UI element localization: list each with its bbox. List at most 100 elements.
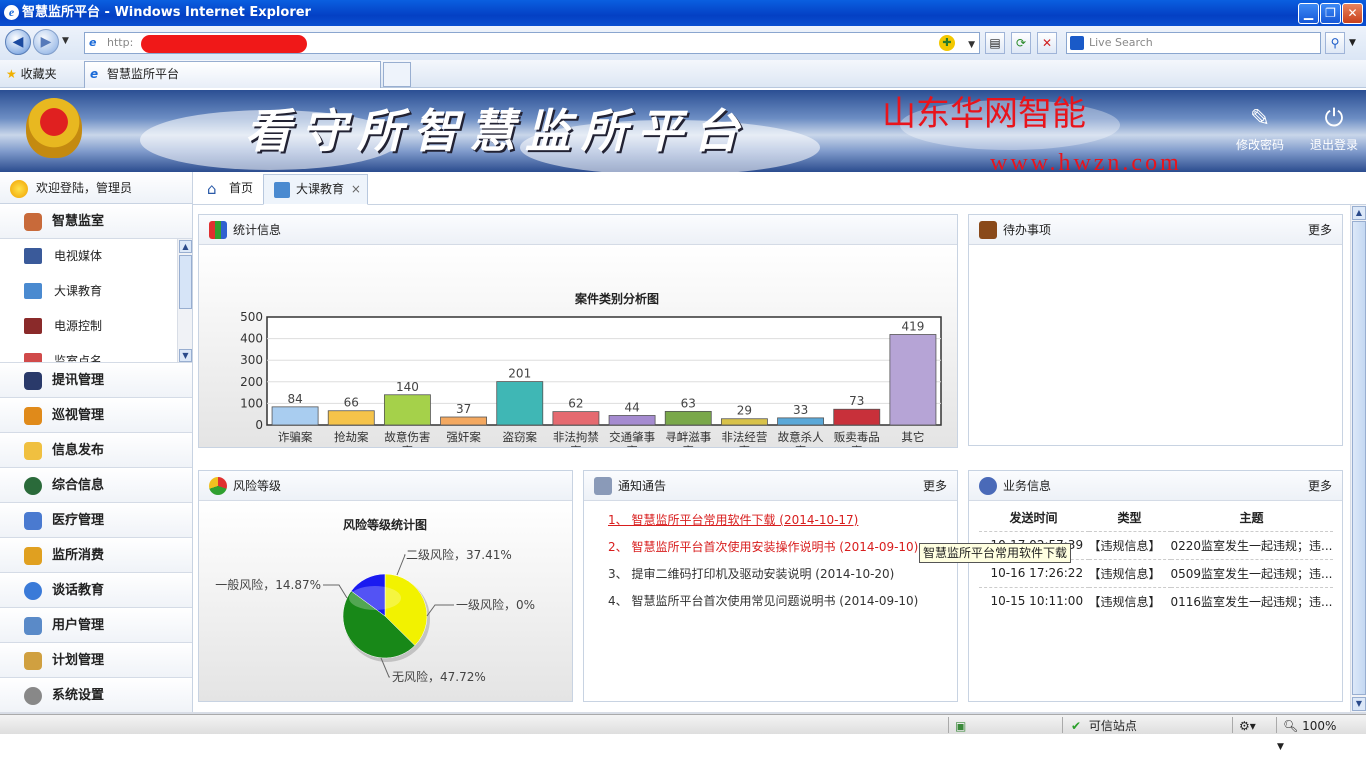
table-row[interactable]: 10-16 17:26:22 【违规信息】 0509监室发生一起违规；违... [978,558,1333,587]
history-dropdown-icon[interactable]: ▼ [62,36,69,46]
cell-subject[interactable]: 0220监室发生一起违规；违... [1170,530,1333,559]
table-row[interactable]: 10-15 10:11:00 【违规信息】 0116监室发生一起违规；违... [978,586,1333,615]
notice-item[interactable]: 2、 智慧监所平台首次使用安装操作说明书 (2014-09-10) [608,534,957,561]
status-bar: ▣ ✔ 可信站点 ⚙▾ 🔍︎ 100% ▼ [0,714,1366,752]
menu-group-publish[interactable]: 信息发布 [0,433,192,468]
favorites-bar: ★ 收藏夹 e 智慧监所平台 [0,60,1366,88]
notice-more-link[interactable]: 更多 [923,471,947,501]
panel-title: 待办事项 [1003,223,1052,237]
stats-chart-area: 案件类别分析图 0 100 200 300 400 500 84 诈骗案 66 抢劫案 140 故意伤害… [199,245,957,458]
new-tab-button[interactable] [383,62,411,87]
todo-more-link[interactable]: 更多 [1308,215,1332,245]
browser-tab[interactable]: e 智慧监所平台 [84,61,381,88]
zoom-control[interactable]: 🔍︎ 100% ▼ [1276,717,1346,752]
forward-button[interactable]: ▶ [33,29,59,55]
menu-group-general-info[interactable]: 综合信息 [0,468,192,503]
scroll-down-icon[interactable]: ▼ [1352,697,1366,711]
favorites-button[interactable]: ★ 收藏夹 [6,65,57,82]
data-label: 29 [737,404,752,418]
x-tick-label: 抢劫案 [334,430,369,444]
notice-item[interactable]: 1、 智慧监所平台常用软件下载 (2014-10-17) [608,507,957,534]
submenu-item-class-education[interactable]: 大课教育 [0,274,192,309]
menu-group-patrol[interactable]: 巡视管理 [0,398,192,433]
scroll-thumb[interactable] [179,255,192,309]
menu-group-plans[interactable]: 计划管理 [0,643,192,678]
search-button[interactable]: ⚲ [1325,32,1345,54]
main-scrollbar[interactable]: ▲ ▼ [1350,205,1366,712]
brand-url: www.hwzn.com [990,150,1182,172]
site-banner: 看守所智慧监所平台 山东华网智能 www.hwzn.com ✎ 修改密码 ⏻ 退… [0,90,1366,172]
menu-group-smart-cell[interactable]: 智慧监室 [0,204,192,239]
welcome-text: 欢迎登陆，管理员 [36,181,133,195]
menu-group-medical[interactable]: 医疗管理 [0,503,192,538]
submenu-scrollbar[interactable]: ▲ ▼ [177,239,192,362]
check-icon: ✔ [1071,719,1082,733]
power-icon: ⏻ [1324,104,1344,132]
search-input[interactable]: Live Search [1066,32,1321,54]
window-title: 智慧监所平台 - Windows Internet Explorer [22,5,311,20]
slice-label: 二级风险，37.41% [406,547,512,562]
welcome-bar: 欢迎登陆，管理员 [0,172,192,204]
menu-group-users[interactable]: 用户管理 [0,608,192,643]
bar [777,417,825,426]
status-segment[interactable]: ⚙▾ [1232,717,1274,733]
close-tab-icon[interactable]: × [351,182,361,196]
close-window-button[interactable]: ✕ [1342,3,1363,24]
menu-group-interrogation[interactable]: 提讯管理 [0,363,192,398]
page-icon: e [89,36,97,49]
submenu-item-tv-media[interactable]: 电视媒体 [0,239,192,274]
rss-icon[interactable]: ▤ [985,32,1005,54]
scroll-up-icon[interactable]: ▲ [1352,206,1366,220]
column-header: 主题 [1239,511,1264,526]
gear-icon [24,687,42,705]
scroll-up-icon[interactable]: ▲ [179,240,192,253]
stop-icon[interactable]: ✕ [1037,32,1057,54]
minimize-button[interactable]: ▁ [1298,3,1319,24]
panel-title: 统计信息 [233,223,282,237]
search-placeholder: Live Search [1089,36,1153,49]
live-search-icon [1070,36,1084,50]
monitor-icon [24,283,42,299]
data-label: 84 [287,392,302,406]
compat-view-icon[interactable]: ✚ [939,35,955,51]
brand-name: 山东华网智能 [882,94,1086,134]
submenu-item-power-control[interactable]: 电源控制 [0,309,192,344]
cell-subject[interactable]: 0116监室发生一起违规；违... [1170,586,1333,615]
refresh-icon[interactable]: ⟳ [1011,32,1031,54]
notice-item[interactable]: 4、 智慧监所平台首次使用常见问题说明书 (2014-09-10) [608,588,957,615]
logout-button[interactable]: ⏻ 退出登录 [1304,104,1364,153]
back-button[interactable]: ◀ [5,29,31,55]
business-panel-header: 业务信息 更多 [969,471,1342,501]
data-label: 73 [849,394,864,408]
url-dropdown-icon[interactable]: ▼ [968,35,975,55]
film-icon [24,248,42,264]
trusted-site-label: 可信站点 [1088,719,1137,733]
leader-line [426,604,454,617]
submenu-item-roll-call[interactable]: 监室点名 [0,344,192,362]
notice-item[interactable]: 3、 提审二维码打印机及驱动安装说明 (2014-10-20) [608,561,957,588]
page-status-icon: ▣ [955,719,967,733]
cell-subject[interactable]: 0509监室发生一起违规；违... [1170,558,1333,587]
menu-group-settings[interactable]: 系统设置 [0,678,192,713]
slice-label: 一般风险，14.87% [215,577,321,592]
zoom-level: 100% [1302,719,1337,733]
change-password-button[interactable]: ✎ 修改密码 [1230,104,1290,153]
tab-label: 首页 [229,181,254,195]
business-more-link[interactable]: 更多 [1308,471,1332,501]
menu-group-talk-education[interactable]: 谈话教育 [0,573,192,608]
maximize-button[interactable]: ❐ [1320,3,1341,24]
tab-class-education[interactable]: 大课教育 × [263,174,368,205]
scroll-down-icon[interactable]: ▼ [179,349,192,362]
scroll-thumb[interactable] [1352,221,1366,695]
tab-home[interactable]: ⌂ 首页 [197,174,263,205]
y-tick-label: 300 [240,353,263,367]
pie-chart-icon [209,477,227,495]
menu-group-label: 提讯管理 [52,373,105,388]
y-tick-label: 400 [240,332,263,346]
pie-highlight [349,586,401,610]
y-tick-label: 500 [240,310,263,324]
x-tick-label: 盗窃案 [503,430,538,444]
menu-group-consumption[interactable]: 监所消费 [0,538,192,573]
address-input[interactable]: e http: ✚ ▼ [84,32,980,54]
search-options-icon[interactable]: ▼ [1349,38,1356,48]
